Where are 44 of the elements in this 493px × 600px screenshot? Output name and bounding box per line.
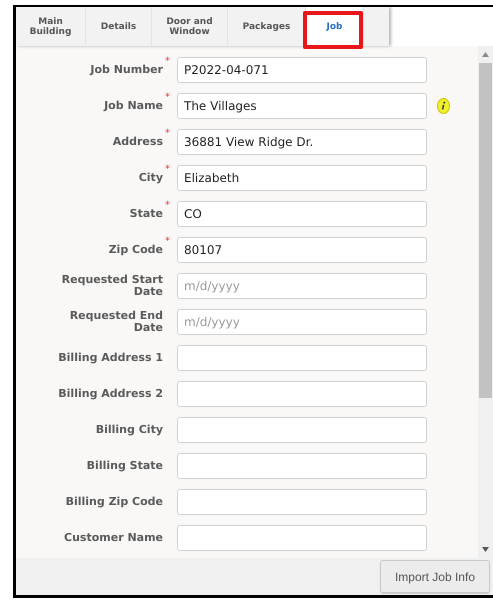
tab[interactable]: Main Building bbox=[16, 7, 86, 46]
info-icon[interactable] bbox=[437, 98, 450, 114]
field-label: Billing Address 2 bbox=[58, 388, 163, 400]
field-label: Requested End Date bbox=[68, 310, 163, 334]
text-field[interactable]: 36881 View Ridge Dr. bbox=[177, 129, 427, 155]
text-field[interactable]: m/d/yyyy bbox=[177, 309, 427, 335]
text-field[interactable] bbox=[177, 453, 427, 479]
text-field[interactable] bbox=[177, 381, 427, 407]
scrollbar[interactable] bbox=[478, 46, 493, 558]
tab[interactable]: Packages bbox=[228, 7, 306, 46]
field-label: State bbox=[130, 208, 163, 220]
import-button[interactable]: Import Job Info bbox=[380, 560, 490, 593]
required-mark: * bbox=[164, 237, 170, 247]
field-label: Billing State bbox=[86, 460, 163, 472]
required-mark: * bbox=[164, 93, 170, 103]
required-mark: * bbox=[164, 165, 170, 175]
text-field[interactable]: Elizabeth bbox=[177, 165, 427, 191]
scrollbar-thumb[interactable] bbox=[479, 63, 492, 398]
scroll-up-icon[interactable] bbox=[482, 52, 489, 57]
text-field[interactable] bbox=[177, 489, 427, 515]
text-field[interactable]: The Villages bbox=[177, 93, 427, 119]
required-mark: * bbox=[164, 129, 170, 139]
text-field[interactable]: CO bbox=[177, 201, 427, 227]
text-field[interactable]: 80107 bbox=[177, 237, 427, 263]
field-label: Job Name bbox=[104, 100, 163, 112]
text-field[interactable]: m/d/yyyy bbox=[177, 273, 427, 299]
text-field[interactable] bbox=[177, 345, 427, 371]
field-label: Zip Code bbox=[108, 244, 163, 256]
field-label: Address bbox=[112, 136, 163, 148]
field-label: Billing Zip Code bbox=[66, 496, 163, 508]
scroll-down-icon[interactable] bbox=[482, 547, 489, 552]
field-label: City bbox=[138, 172, 163, 184]
required-mark: * bbox=[164, 57, 170, 67]
field-label: Customer Name bbox=[64, 532, 163, 544]
field-label: Billing Address 1 bbox=[58, 352, 163, 364]
field-label: Job Number bbox=[90, 64, 163, 76]
field-label: Billing City bbox=[96, 424, 163, 436]
tab[interactable]: Details bbox=[86, 7, 152, 46]
tab[interactable]: Door and Window bbox=[152, 7, 228, 46]
text-field[interactable] bbox=[177, 417, 427, 443]
text-field[interactable] bbox=[177, 525, 427, 551]
field-label: Requested Start Date bbox=[60, 274, 163, 298]
required-mark: * bbox=[164, 201, 170, 211]
text-field[interactable]: P2022-04-071 bbox=[177, 57, 427, 83]
